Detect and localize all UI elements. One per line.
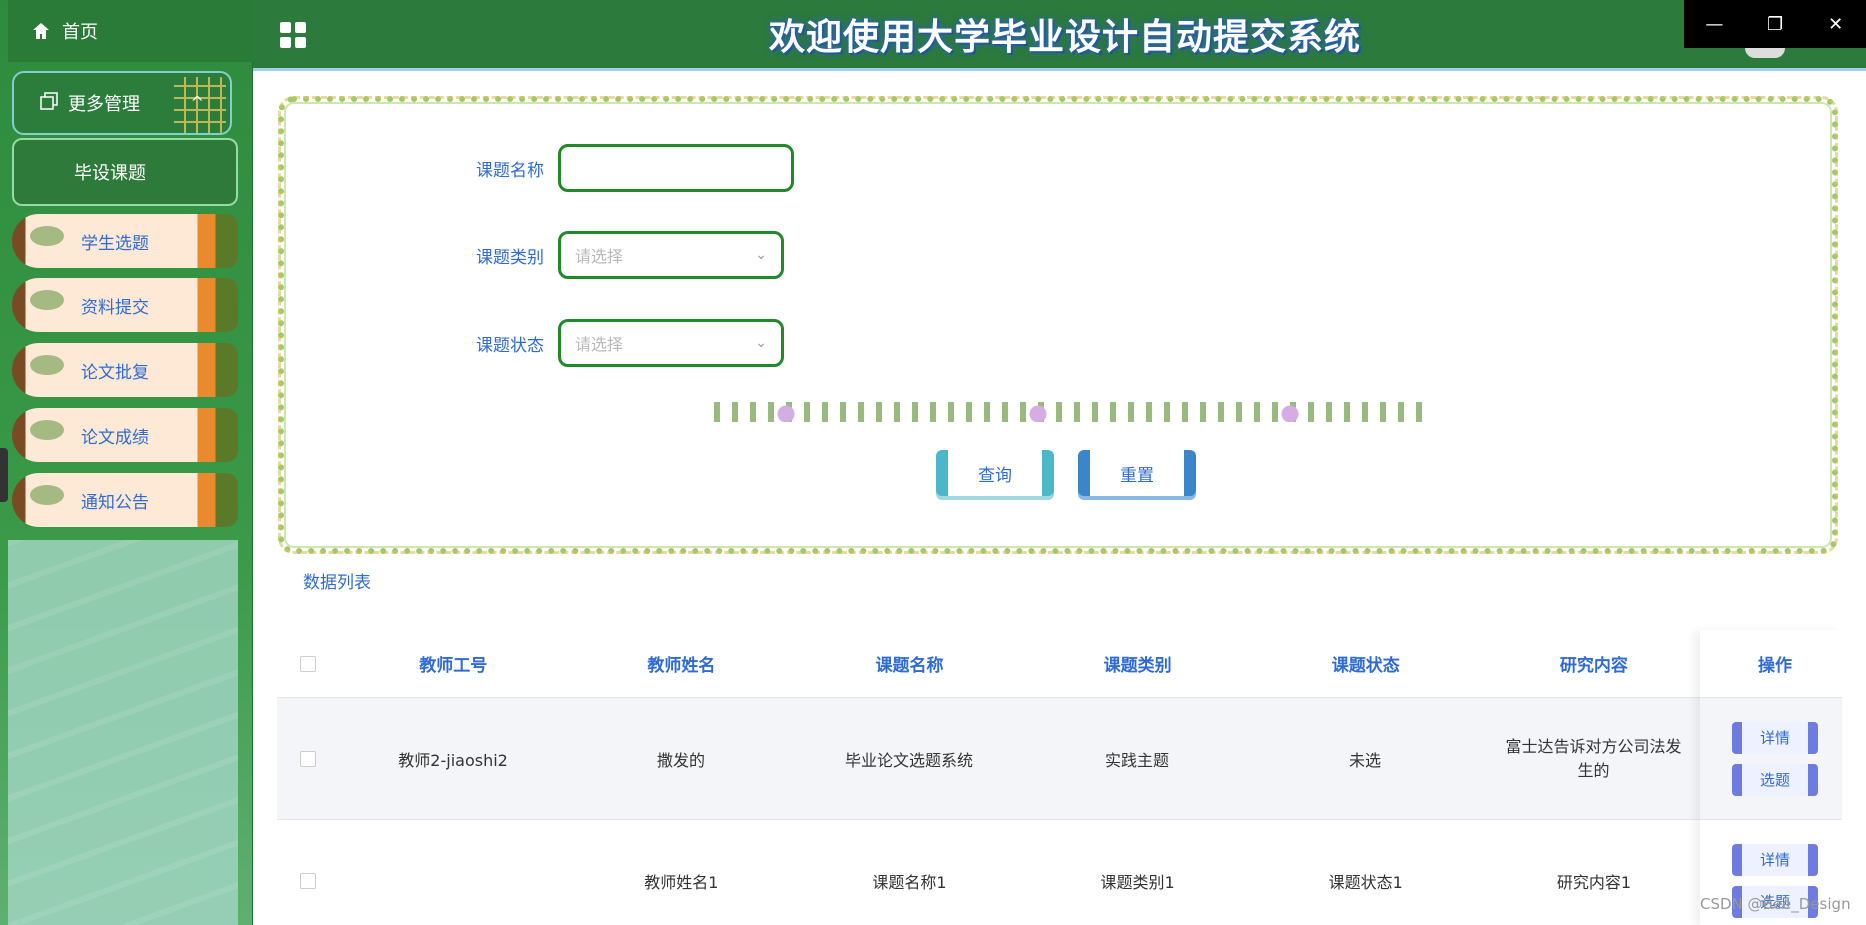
topic-status-row: 课题状态 请选择 ⌄ [434, 319, 784, 367]
avatar[interactable] [1745, 48, 1785, 58]
column-header[interactable]: 课题名称 [795, 651, 1023, 676]
teacher-name-cell: 撒发的 [657, 750, 706, 770]
teacher-id-cell: 教师2-jiaoshi2 [398, 750, 508, 770]
topic-status-label: 课题状态 [476, 335, 544, 356]
window-controls: — ❐ ✕ [1684, 0, 1866, 48]
data-list-title: 数据列表 [303, 573, 371, 593]
sidebar-group-more-management[interactable]: 更多管理 ^ [12, 71, 232, 135]
table-row: 教师姓名1 课题名称1 课题类别1 课题状态1 研究内容1 详情 选题 [277, 820, 1842, 925]
page-title: 欢迎使用大学毕业设计自动提交系统 [768, 17, 1361, 58]
column-header[interactable]: 教师姓名 [567, 651, 795, 676]
topic-type-cell: 实践主题 [1104, 750, 1169, 770]
sidebar-item-label: 论文批复 [81, 362, 149, 383]
topic-type-label: 课题类别 [476, 247, 544, 268]
detail-button[interactable]: 详情 [1731, 843, 1818, 876]
home-icon [32, 22, 50, 40]
sidebar-group-label: 更多管理 [68, 94, 140, 115]
topic-status-cell: 未选 [1348, 750, 1381, 770]
sidebar-item-label: 通知公告 [81, 492, 149, 513]
chevron-down-icon: ⌄ [755, 247, 767, 263]
sidebar-item-thesis-grades[interactable]: 论文成绩 [12, 408, 238, 462]
select-placeholder: 请选择 [575, 335, 624, 354]
topic-name-label: 课题名称 [476, 160, 544, 181]
row-checkbox[interactable] [277, 750, 339, 767]
chevron-up-icon: ^ [190, 93, 204, 112]
sidebar-item-label: 学生选题 [81, 233, 149, 254]
topic-name-cell: 毕业论文选题系统 [845, 750, 974, 770]
row-actions: 详情 选题 [1708, 721, 1842, 796]
sidebar-item-thesis-review[interactable]: 论文批复 [12, 343, 238, 397]
topic-type-cell: 课题类别1 [1100, 872, 1175, 892]
sidebar-item-label: 论文成绩 [81, 427, 149, 448]
teacher-name-cell: 教师姓名1 [644, 872, 719, 892]
query-button[interactable]: 查询 [936, 450, 1054, 496]
column-header[interactable]: 课题类别 [1024, 651, 1252, 676]
select-placeholder: 请选择 [575, 247, 624, 266]
close-icon[interactable]: ✕ [1805, 0, 1866, 48]
select-topic-button[interactable]: 选题 [1732, 763, 1819, 796]
research-content-cell: 研究内容1 [1556, 872, 1631, 892]
column-header[interactable]: 研究内容 [1480, 651, 1708, 676]
sidebar-item-home[interactable]: 首页 [8, 0, 253, 62]
chevron-down-icon: ⌄ [755, 335, 767, 351]
topic-name-input[interactable] [558, 144, 794, 192]
sidebar-item-label: 首页 [62, 22, 98, 43]
detail-button[interactable]: 详情 [1732, 721, 1819, 754]
topic-type-row: 课题类别 请选择 ⌄ [434, 231, 784, 279]
topic-name-cell: 课题名称1 [872, 872, 947, 892]
flower-decoration [714, 402, 1434, 422]
topic-type-select[interactable]: 请选择 ⌄ [558, 231, 784, 279]
sidebar-item-label: 资料提交 [81, 297, 149, 318]
sidebar-item-label: 毕设课题 [74, 163, 146, 184]
sidebar-collapse-handle[interactable] [0, 448, 8, 502]
research-content-cell: 富士达告诉对方公司法发生的 [1505, 736, 1682, 780]
reset-button[interactable]: 重置 [1078, 450, 1196, 496]
topic-status-select[interactable]: 请选择 ⌄ [558, 319, 784, 367]
watermark: CSDN @Bee_Design [1700, 895, 1851, 913]
table-header: 教师工号 教师姓名 课题名称 课题类别 课题状态 研究内容 操作 [277, 630, 1842, 698]
restore-icon[interactable]: ❐ [1745, 0, 1806, 48]
select-all-checkbox[interactable] [277, 655, 339, 672]
data-table: 教师工号 教师姓名 课题名称 课题类别 课题状态 研究内容 操作 教师2-jia… [277, 630, 1842, 925]
column-header[interactable]: 课题状态 [1252, 651, 1480, 676]
topic-status-cell: 课题状态1 [1328, 872, 1403, 892]
sidebar-item-material-submission[interactable]: 资料提交 [12, 278, 238, 332]
sidebar-item-student-topic-selection[interactable]: 学生选题 [12, 214, 238, 268]
column-header[interactable]: 教师工号 [339, 651, 567, 676]
copy-icon [40, 91, 58, 115]
column-header: 操作 [1757, 656, 1792, 676]
topic-name-row: 课题名称 [434, 144, 794, 192]
search-panel: 课题名称 课题类别 请选择 ⌄ 课题状态 请选择 ⌄ 查询 重置 [278, 96, 1838, 554]
minimize-icon[interactable]: — [1684, 0, 1745, 48]
header-divider [253, 68, 1866, 71]
sidebar-item-graduation-topics[interactable]: 毕设课题 [12, 138, 238, 206]
row-checkbox[interactable] [277, 872, 339, 889]
sidebar-item-announcements[interactable]: 通知公告 [12, 473, 238, 527]
table-row: 教师2-jiaoshi2 撒发的 毕业论文选题系统 实践主题 未选 富士达告诉对… [277, 698, 1842, 820]
grid-menu-icon[interactable] [280, 22, 306, 48]
